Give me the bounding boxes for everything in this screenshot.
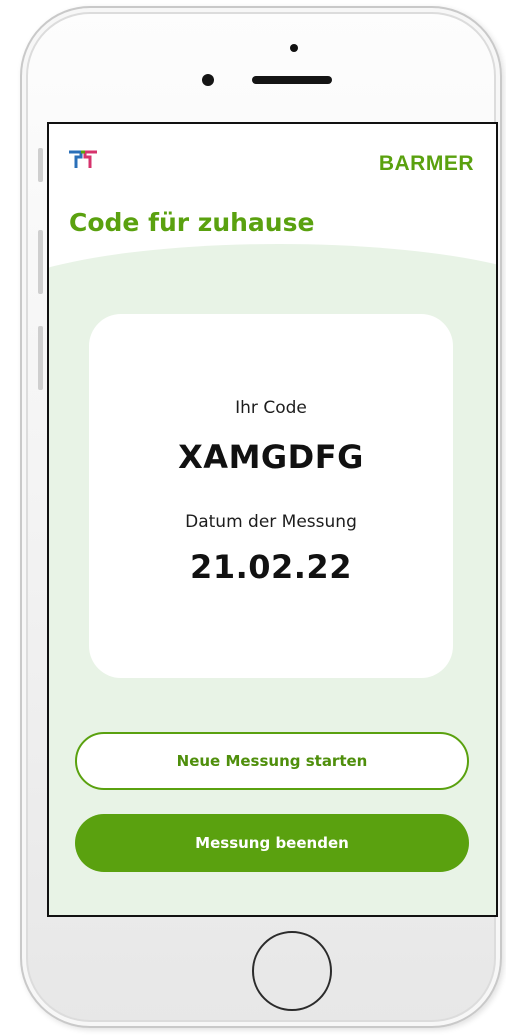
code-value: XAMGDFG bbox=[178, 438, 364, 476]
tk-logo-icon bbox=[69, 150, 97, 168]
page-title: Code für zuhause bbox=[69, 208, 315, 237]
proximity-sensor bbox=[290, 44, 298, 52]
mute-switch bbox=[38, 148, 43, 182]
home-button[interactable] bbox=[252, 931, 332, 1011]
brand-logo: BARMER bbox=[378, 152, 474, 175]
code-label: Ihr Code bbox=[235, 398, 307, 418]
date-label: Datum der Messung bbox=[185, 512, 357, 532]
front-camera bbox=[202, 74, 214, 86]
new-measurement-button[interactable]: Neue Messung starten bbox=[75, 732, 469, 790]
volume-up-button bbox=[38, 230, 43, 294]
end-measurement-button[interactable]: Messung beenden bbox=[75, 814, 469, 872]
volume-down-button bbox=[38, 326, 43, 390]
app-screen: BARMER Code für zuhause Ihr Code XAMGDFG… bbox=[47, 122, 498, 917]
code-card: Ihr Code XAMGDFG Datum der Messung 21.02… bbox=[89, 314, 453, 678]
date-value: 21.02.22 bbox=[190, 548, 352, 586]
earpiece-speaker bbox=[252, 76, 332, 84]
